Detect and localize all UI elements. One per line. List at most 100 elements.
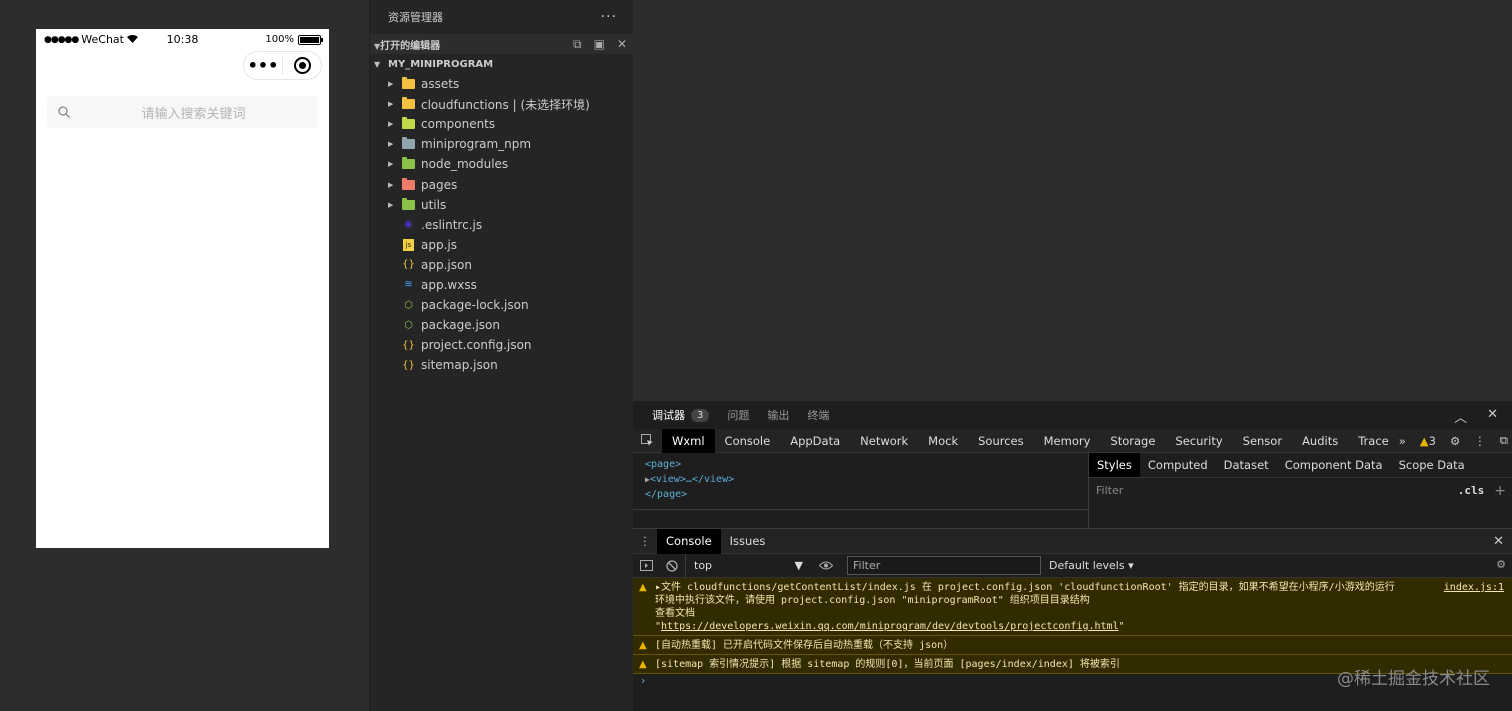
tree-folder[interactable]: ▶ cloudfunctions | (未选择环境) — [370, 94, 633, 114]
tree-item-label: .eslintrc.js — [421, 217, 483, 232]
open-editors-section[interactable]: ▼打开的编辑器 ⧉ ▣ ✕ — [370, 34, 633, 54]
search-bar[interactable]: 请输入搜索关键词 — [47, 96, 318, 128]
console-toolbar: top ▼ Filter Default levels ▾ ⚙ — [633, 553, 1512, 578]
eye-icon[interactable] — [813, 561, 839, 570]
tab-memory[interactable]: Memory — [1034, 429, 1101, 453]
docs-link[interactable]: https://developers.weixin.qq.com/minipro… — [661, 621, 1119, 632]
warnings-counter[interactable]: ▲3 — [1420, 434, 1436, 448]
close-drawer-icon[interactable]: ✕ — [1493, 534, 1504, 549]
tree-file[interactable]: {} sitemap.json — [370, 355, 633, 375]
tab-console[interactable]: Console — [657, 528, 721, 554]
tree-file[interactable]: {} app.json — [370, 255, 633, 275]
dock-side-icon[interactable]: ⧉ — [1500, 433, 1508, 448]
tab-sources[interactable]: Sources — [968, 429, 1034, 453]
chevron-right-icon: ▶ — [388, 120, 394, 129]
styles-filter-input[interactable]: Filter — [1096, 484, 1123, 497]
search-placeholder: 请输入搜索关键词 — [141, 106, 246, 122]
chevron-right-icon: ▶ — [388, 100, 394, 109]
style-tab-component-data[interactable]: Component Data — [1277, 453, 1391, 477]
close-all-icon[interactable]: ✕ — [617, 37, 627, 52]
tab-debugger[interactable]: 调试器 3 — [652, 407, 710, 423]
maximize-panel-icon[interactable]: ︿ — [1454, 407, 1467, 426]
save-all-icon[interactable]: ▣ — [594, 37, 605, 52]
tab-output[interactable]: 输出 — [767, 407, 789, 423]
new-untitled-icon[interactable]: ⧉ — [573, 37, 582, 52]
tab-console[interactable]: Console — [715, 429, 781, 453]
chevron-right-icon: ▶ — [388, 160, 394, 169]
npm-icon: ⬡ — [404, 299, 413, 311]
dom-tree[interactable]: <page> ▶<view>…</view> </page> — [633, 453, 1089, 528]
style-tab-scope-data[interactable]: Scope Data — [1391, 453, 1473, 477]
kebab-menu-icon[interactable]: ⋮ — [1474, 434, 1486, 448]
open-editors-label: 打开的编辑器 — [380, 40, 441, 52]
console-warning[interactable]: ▲ ▸文件 cloudfunctions/getContentList/index… — [633, 578, 1512, 636]
console-filter-input[interactable]: Filter — [847, 556, 1041, 575]
more-button[interactable]: ••• — [244, 57, 282, 74]
more-panels-icon[interactable]: » — [1399, 434, 1406, 448]
source-link[interactable]: index.js:1 — [1444, 581, 1504, 594]
style-tab-styles[interactable]: Styles — [1089, 453, 1140, 477]
console-settings-icon[interactable]: ⚙ — [1496, 558, 1506, 571]
panel-tab-list: Wxml Console AppData Network Mock Sources Memo… — [661, 428, 1399, 453]
battery-label: 100% — [265, 34, 294, 45]
tree-folder[interactable]: ▶ components — [370, 114, 633, 134]
tree-file[interactable]: ⬡ package-lock.json — [370, 295, 633, 315]
tree-folder[interactable]: ▶ assets — [370, 74, 633, 94]
tree-file[interactable]: ≋ app.wxss — [370, 275, 633, 295]
file-tree: ▶ assets ▶ cloudfunctions | (未选择环境) ▶ compone… — [370, 74, 633, 375]
log-levels-dropdown[interactable]: Default levels ▾ — [1049, 559, 1134, 572]
dom-node[interactable]: ▶<view>…</view> — [645, 472, 1088, 487]
tree-item-label: package-lock.json — [421, 298, 529, 313]
tree-file[interactable]: js app.js — [370, 235, 633, 255]
tree-item-label: app.wxss — [421, 277, 477, 292]
tab-trace[interactable]: Trace — [1348, 429, 1399, 453]
tab-wxml[interactable]: Wxml — [661, 428, 715, 453]
npm-icon: ⬡ — [404, 319, 413, 331]
dom-node[interactable]: <page> — [645, 457, 1088, 472]
message-link-line: "https://developers.weixin.qq.com/minipr… — [655, 621, 1125, 632]
clear-console-icon[interactable] — [659, 559, 685, 572]
dom-node[interactable]: </page> — [645, 487, 1088, 502]
close-panel-icon[interactable]: ✕ — [1487, 407, 1498, 426]
console-warning[interactable]: ▲ [自动热重载] 已开启代码文件保存后自动热重载（不支持 json） — [633, 636, 1512, 655]
dropdown-arrow-icon: ▼ — [794, 559, 803, 572]
warning-icon: ▲ — [1419, 433, 1429, 448]
tab-debugger-label: 调试器 — [652, 409, 685, 422]
style-tab-computed[interactable]: Computed — [1140, 453, 1216, 477]
drawer-menu-icon[interactable]: ⋮ — [633, 534, 657, 548]
warning-icon: ▲ — [639, 640, 647, 651]
styles-pane: Styles Computed Dataset Component Data Scope… — [1089, 453, 1512, 528]
tab-audits[interactable]: Audits — [1292, 429, 1348, 453]
tree-folder[interactable]: ▶ node_modules — [370, 154, 633, 174]
settings-gear-icon[interactable]: ⚙ — [1450, 434, 1460, 448]
context-selector[interactable]: top ▼ — [685, 553, 813, 578]
close-miniprogram-button[interactable] — [283, 57, 321, 74]
cls-toggle[interactable]: .cls — [1458, 484, 1485, 497]
tree-item-label: project.config.json — [421, 338, 532, 353]
tab-sensor[interactable]: Sensor — [1233, 429, 1292, 453]
tree-file[interactable]: {} project.config.json — [370, 335, 633, 355]
tab-storage[interactable]: Storage — [1100, 429, 1165, 453]
tab-issues[interactable]: Issues — [721, 529, 775, 554]
explorer-more-button[interactable]: ··· — [601, 9, 617, 25]
watermark: @稀土掘金技术社区 — [1337, 669, 1490, 689]
message-line: ▸文件 cloudfunctions/getContentList/index.… — [655, 582, 1395, 593]
phone-screen[interactable]: ●●●●● WeChat 10:38 100% ••• 请输入搜索关键词 — [36, 29, 329, 548]
tree-file[interactable]: ◉ .eslintrc.js — [370, 215, 633, 235]
inspect-element-icon[interactable] — [633, 434, 662, 447]
tree-folder[interactable]: ▶ miniprogram_npm — [370, 134, 633, 154]
tab-mock[interactable]: Mock — [918, 429, 968, 453]
styles-filter[interactable]: Filter .cls + — [1089, 477, 1512, 503]
tab-terminal[interactable]: 终端 — [807, 407, 829, 423]
tab-network[interactable]: Network — [850, 429, 918, 453]
tree-folder[interactable]: ▶ utils — [370, 195, 633, 215]
tab-appdata[interactable]: AppData — [780, 429, 850, 453]
tab-problems[interactable]: 问题 — [727, 407, 749, 423]
sidebar-toggle-icon[interactable] — [633, 560, 659, 571]
tree-file[interactable]: ⬡ package.json — [370, 315, 633, 335]
style-tab-dataset[interactable]: Dataset — [1216, 453, 1277, 477]
project-section[interactable]: ▼ MY_MINIPROGRAM — [370, 54, 633, 74]
tree-folder[interactable]: ▶ pages — [370, 174, 633, 194]
tab-security[interactable]: Security — [1165, 429, 1232, 453]
new-rule-icon[interactable]: + — [1494, 483, 1506, 499]
